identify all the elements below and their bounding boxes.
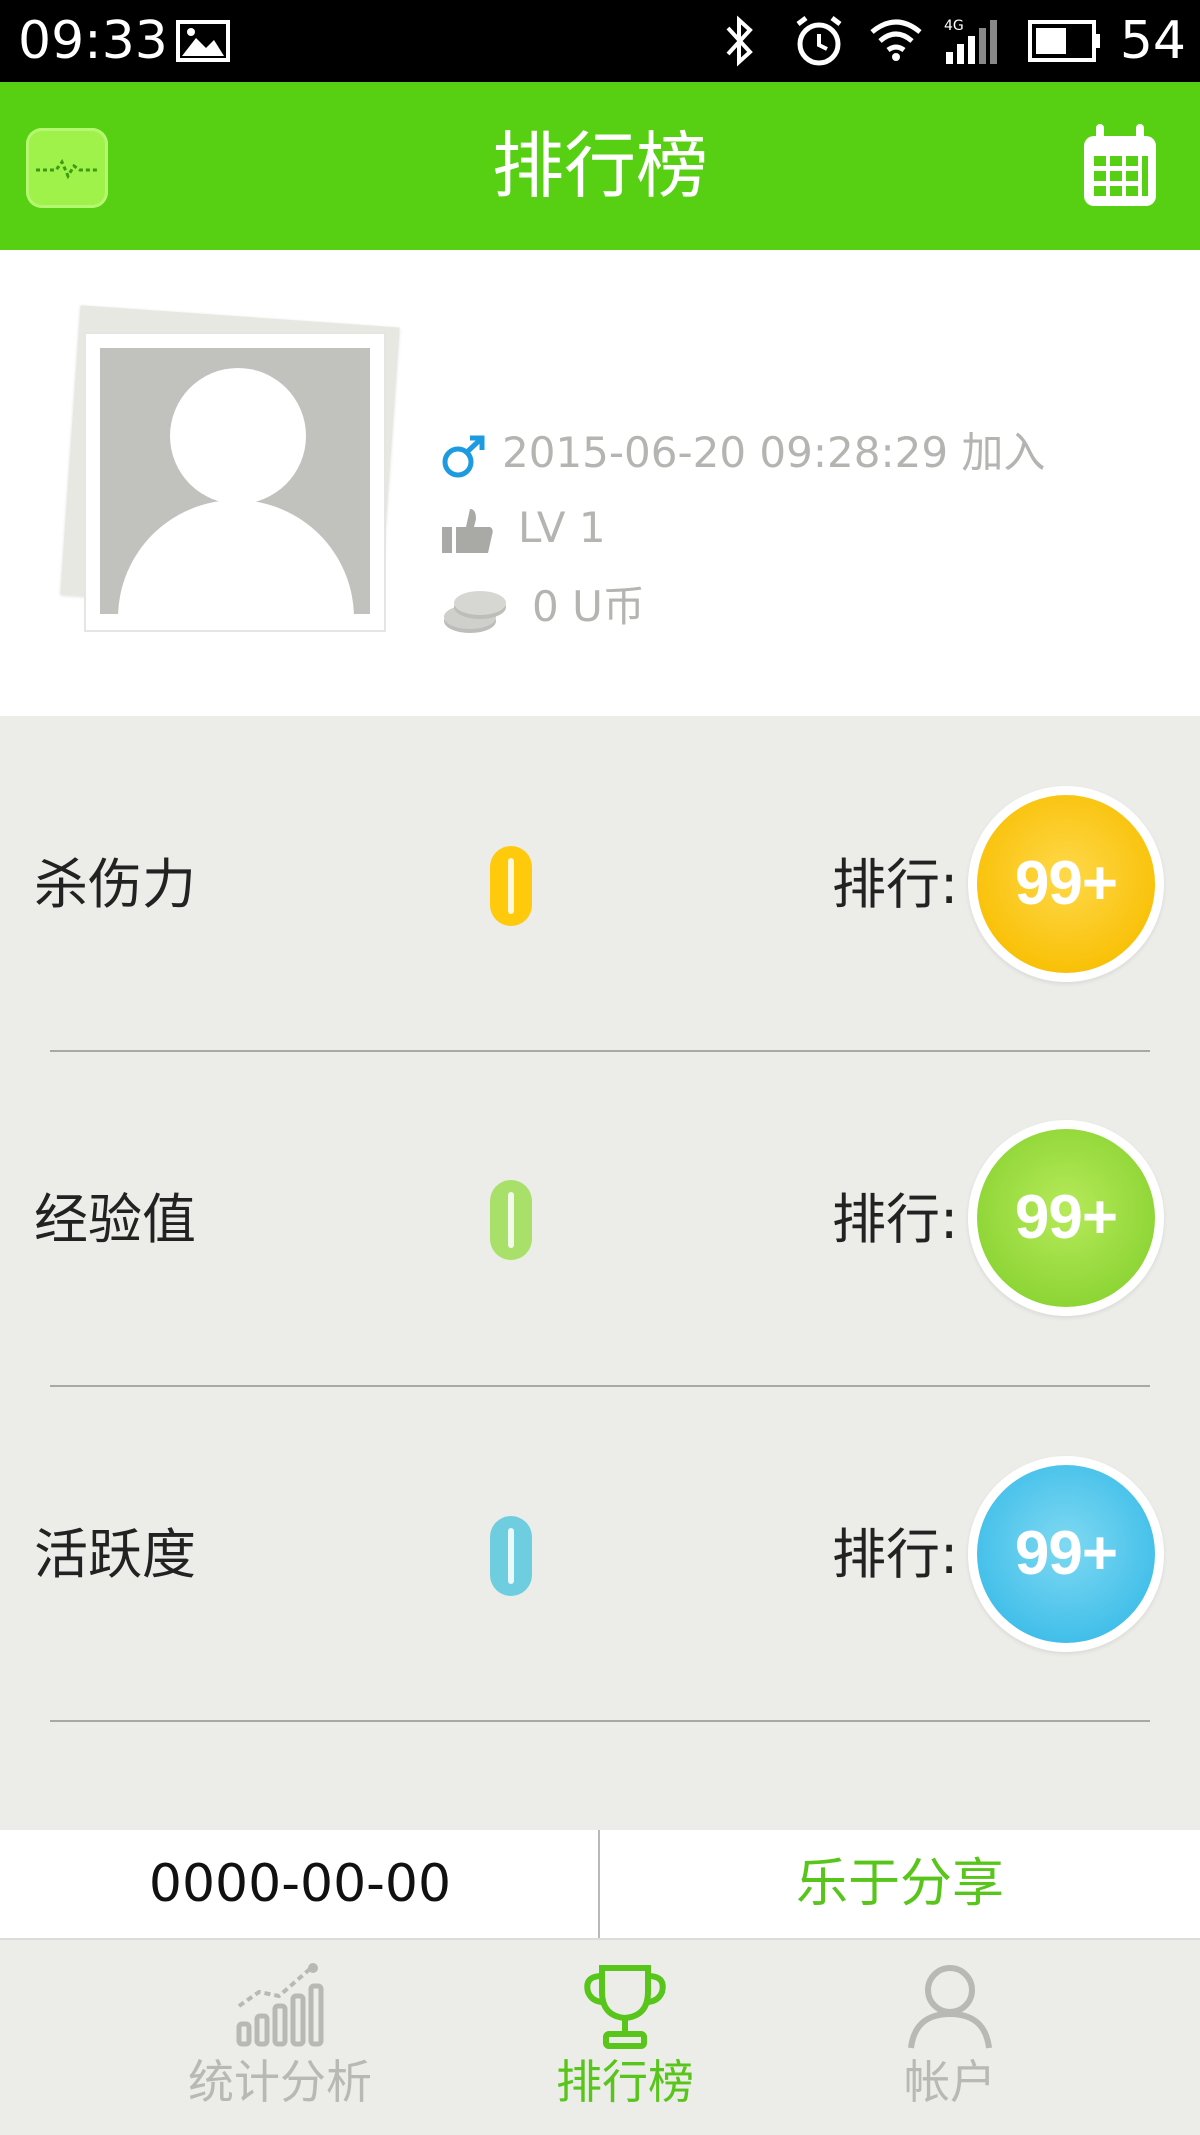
bluetooth-icon bbox=[726, 15, 753, 67]
status-time: 09:33 bbox=[18, 11, 168, 71]
trophy-icon bbox=[584, 1965, 666, 2049]
activity-value bbox=[508, 1528, 514, 1584]
rank-label-activity: 排行: bbox=[832, 1523, 959, 1586]
damage-value-indicator bbox=[490, 846, 532, 926]
battery-level: 54 bbox=[1119, 11, 1186, 71]
status-bar: 09:33 4G 54 bbox=[0, 0, 1200, 82]
svg-text:4G: 4G bbox=[944, 18, 964, 34]
tab-statistics[interactable]: 统计分析 bbox=[120, 1940, 440, 2135]
stat-label-activity: 活跃度 bbox=[34, 1523, 196, 1586]
level-row: LV 1 bbox=[440, 493, 606, 563]
share-button[interactable]: 乐于分享 bbox=[600, 1830, 1200, 1938]
divider bbox=[50, 1050, 1150, 1052]
rank-badge-activity[interactable]: 99+ bbox=[968, 1456, 1164, 1652]
date-selector[interactable]: 0000-00-00 bbox=[0, 1830, 600, 1938]
tab-label-leaderboard: 排行榜 bbox=[556, 2055, 694, 2109]
damage-value bbox=[508, 858, 514, 914]
profile-section: 2015-06-20 09:28:29 加入 LV 1 0 U币 bbox=[0, 250, 1200, 716]
male-icon bbox=[442, 435, 485, 477]
rank-badge-experience[interactable]: 99+ bbox=[968, 1120, 1164, 1316]
coins: 0 U币 bbox=[532, 582, 645, 631]
divider bbox=[50, 1720, 1150, 1722]
divider bbox=[50, 1385, 1150, 1387]
experience-value bbox=[508, 1192, 514, 1248]
page-title: 排行榜 bbox=[491, 124, 708, 208]
bottom-tab-bar: 统计分析 排行榜 帐户 bbox=[0, 1938, 1200, 2135]
tab-label-statistics: 统计分析 bbox=[188, 2055, 372, 2109]
avatar[interactable] bbox=[84, 332, 386, 632]
bar-chart-icon bbox=[236, 1963, 324, 2047]
action-bar: 0000-00-00 乐于分享 bbox=[0, 1830, 1200, 1938]
stat-label-damage: 杀伤力 bbox=[34, 853, 196, 916]
tab-account[interactable]: 帐户 bbox=[790, 1940, 1110, 2135]
coins-row: 0 U币 bbox=[440, 572, 645, 642]
avatar-placeholder-icon bbox=[100, 348, 370, 614]
activity-value-indicator bbox=[490, 1516, 532, 1596]
battery-icon bbox=[1028, 20, 1100, 62]
tab-label-account: 帐户 bbox=[904, 2055, 996, 2109]
image-notification-icon bbox=[176, 20, 230, 62]
join-date-row: 2015-06-20 09:28:29 加入 bbox=[440, 418, 1045, 488]
level: LV 1 bbox=[518, 503, 606, 552]
calendar-icon bbox=[1084, 124, 1156, 206]
rank-value-damage: 99+ bbox=[977, 795, 1155, 973]
join-date: 2015-06-20 09:28:29 加入 bbox=[502, 428, 1046, 477]
signal-4g-icon: 4G bbox=[944, 18, 997, 64]
experience-value-indicator bbox=[490, 1180, 532, 1260]
app-header: 排行榜 bbox=[0, 82, 1200, 250]
calendar-button[interactable] bbox=[1082, 124, 1158, 208]
user-icon bbox=[908, 1965, 992, 2049]
rank-value-activity: 99+ bbox=[977, 1465, 1155, 1643]
rank-label-experience: 排行: bbox=[832, 1188, 959, 1251]
coins-icon bbox=[444, 590, 506, 633]
rank-badge-damage[interactable]: 99+ bbox=[968, 786, 1164, 982]
rank-label-damage: 排行: bbox=[832, 853, 959, 916]
thumbs-up-icon bbox=[442, 508, 493, 553]
tab-leaderboard[interactable]: 排行榜 bbox=[465, 1940, 785, 2135]
alarm-icon bbox=[796, 16, 842, 66]
rank-value-experience: 99+ bbox=[977, 1129, 1155, 1307]
stat-label-experience: 经验值 bbox=[34, 1188, 196, 1251]
wifi-icon bbox=[870, 19, 922, 61]
